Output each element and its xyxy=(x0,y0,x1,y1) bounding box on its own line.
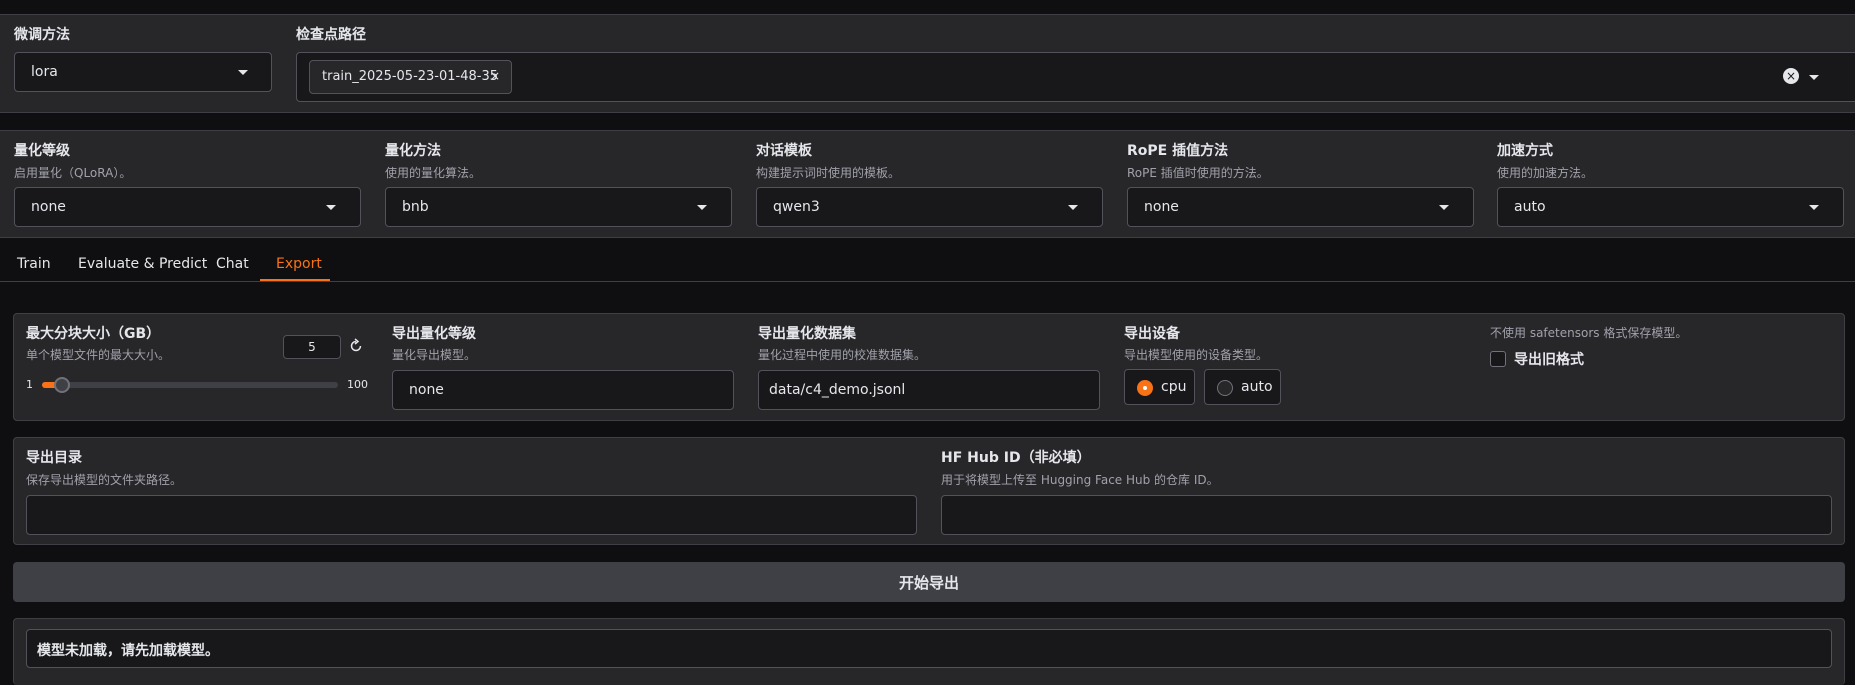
shard-size-desc: 单个模型文件的最大大小。 xyxy=(26,348,171,362)
setting-desc: 使用的加速方法。 xyxy=(1497,166,1594,180)
export-dataset-label: 导出量化数据集 xyxy=(758,326,856,342)
tab-chat[interactable]: Chat xyxy=(216,256,249,272)
export-device-desc: 导出模型使用的设备类型。 xyxy=(1124,348,1269,362)
shard-size-label: 最大分块大小（GB） xyxy=(26,326,161,342)
export-quant-label: 导出量化等级 xyxy=(392,326,476,342)
slider-max-label: 100 xyxy=(347,378,368,391)
setting-label: 量化等级 xyxy=(14,143,70,159)
dropdown-value: auto xyxy=(1514,199,1546,215)
booster-dropdown[interactable]: auto xyxy=(1497,187,1844,227)
finetune-method-dropdown[interactable]: lora xyxy=(14,52,272,92)
chevron-down-icon xyxy=(1809,75,1819,80)
quant-method-dropdown[interactable]: bnb xyxy=(385,187,732,227)
slider-min-label: 1 xyxy=(26,378,33,391)
setting-desc: 使用的量化算法。 xyxy=(385,166,482,180)
active-tab-indicator xyxy=(260,279,330,281)
export-dir-label: 导出目录 xyxy=(26,450,82,466)
quant-bit-dropdown[interactable]: none xyxy=(14,187,361,227)
chevron-down-icon xyxy=(326,205,336,210)
checkpoint-path-label: 检查点路径 xyxy=(296,27,366,43)
chevron-down-icon xyxy=(1068,205,1078,210)
radio-label: auto xyxy=(1241,379,1273,395)
checkpoint-path-multiselect[interactable]: train_2025-05-23-01-48-35 × × xyxy=(296,52,1855,102)
clear-all-icon[interactable]: × xyxy=(1783,68,1799,84)
setting-desc: 启用量化（QLoRA）。 xyxy=(14,166,132,180)
export-dir-desc: 保存导出模型的文件夹路径。 xyxy=(26,473,183,487)
hub-id-desc: 用于将模型上传至 Hugging Face Hub 的仓库 ID。 xyxy=(941,473,1219,487)
start-export-button[interactable]: 开始导出 xyxy=(13,562,1845,602)
tab-export[interactable]: Export xyxy=(276,256,322,272)
tab-train[interactable]: Train xyxy=(17,256,51,272)
shard-size-number-input[interactable] xyxy=(283,335,341,359)
hub-id-input[interactable] xyxy=(941,495,1832,535)
radio-selected-icon xyxy=(1137,380,1153,396)
export-quant-input[interactable] xyxy=(392,370,734,410)
chevron-down-icon xyxy=(697,205,707,210)
legacy-format-label: 导出旧格式 xyxy=(1514,352,1584,368)
legacy-format-checkbox[interactable] xyxy=(1490,351,1506,367)
template-dropdown[interactable]: qwen3 xyxy=(756,187,1103,227)
chevron-down-icon xyxy=(238,70,248,75)
chevron-down-icon xyxy=(1439,205,1449,210)
dropdown-value: none xyxy=(1144,199,1179,215)
export-dataset-input[interactable] xyxy=(758,370,1100,410)
setting-label: 量化方法 xyxy=(385,143,441,159)
radio-label: cpu xyxy=(1161,379,1187,395)
finetune-method-value: lora xyxy=(31,64,58,80)
export-device-label: 导出设备 xyxy=(1124,326,1180,342)
start-export-label: 开始导出 xyxy=(898,574,959,592)
setting-label: 加速方式 xyxy=(1497,143,1553,159)
output-message: 模型未加载，请先加载模型。 xyxy=(37,643,219,659)
device-option-cpu[interactable]: cpu xyxy=(1124,369,1195,405)
shard-size-slider[interactable] xyxy=(42,377,338,393)
setting-desc: 构建提示词时使用的模板。 xyxy=(756,166,901,180)
rope-dropdown[interactable]: none xyxy=(1127,187,1474,227)
setting-label: 对话模板 xyxy=(756,143,812,159)
tab-evaluate-predict[interactable]: Evaluate & Predict xyxy=(78,256,207,272)
checkpoint-chip-label: train_2025-05-23-01-48-35 xyxy=(322,69,499,84)
setting-label: RoPE 插值方法 xyxy=(1127,143,1229,159)
dropdown-value: none xyxy=(31,199,66,215)
tab-bar xyxy=(0,281,1855,282)
hub-id-label: HF Hub ID（非必填） xyxy=(941,450,1091,466)
export-dataset-desc: 量化过程中使用的校准数据集。 xyxy=(758,348,927,362)
chip-remove-icon[interactable]: × xyxy=(490,69,500,83)
slider-thumb[interactable] xyxy=(54,377,70,393)
checkpoint-chip: train_2025-05-23-01-48-35 × xyxy=(309,60,512,94)
export-quant-desc: 量化导出模型。 xyxy=(392,348,477,362)
dropdown-value: bnb xyxy=(402,199,429,215)
reset-icon[interactable] xyxy=(346,336,366,356)
output-box: 模型未加载，请先加载模型。 xyxy=(26,629,1832,668)
device-option-auto[interactable]: auto xyxy=(1204,369,1281,405)
dropdown-value: qwen3 xyxy=(773,199,820,215)
finetune-method-label: 微调方法 xyxy=(14,27,70,43)
export-dir-input[interactable] xyxy=(26,495,917,535)
export-legacy-desc: 不使用 safetensors 格式保存模型。 xyxy=(1490,326,1688,340)
radio-unselected-icon xyxy=(1217,380,1233,396)
setting-desc: RoPE 插值时使用的方法。 xyxy=(1127,166,1269,180)
chevron-down-icon xyxy=(1809,205,1819,210)
